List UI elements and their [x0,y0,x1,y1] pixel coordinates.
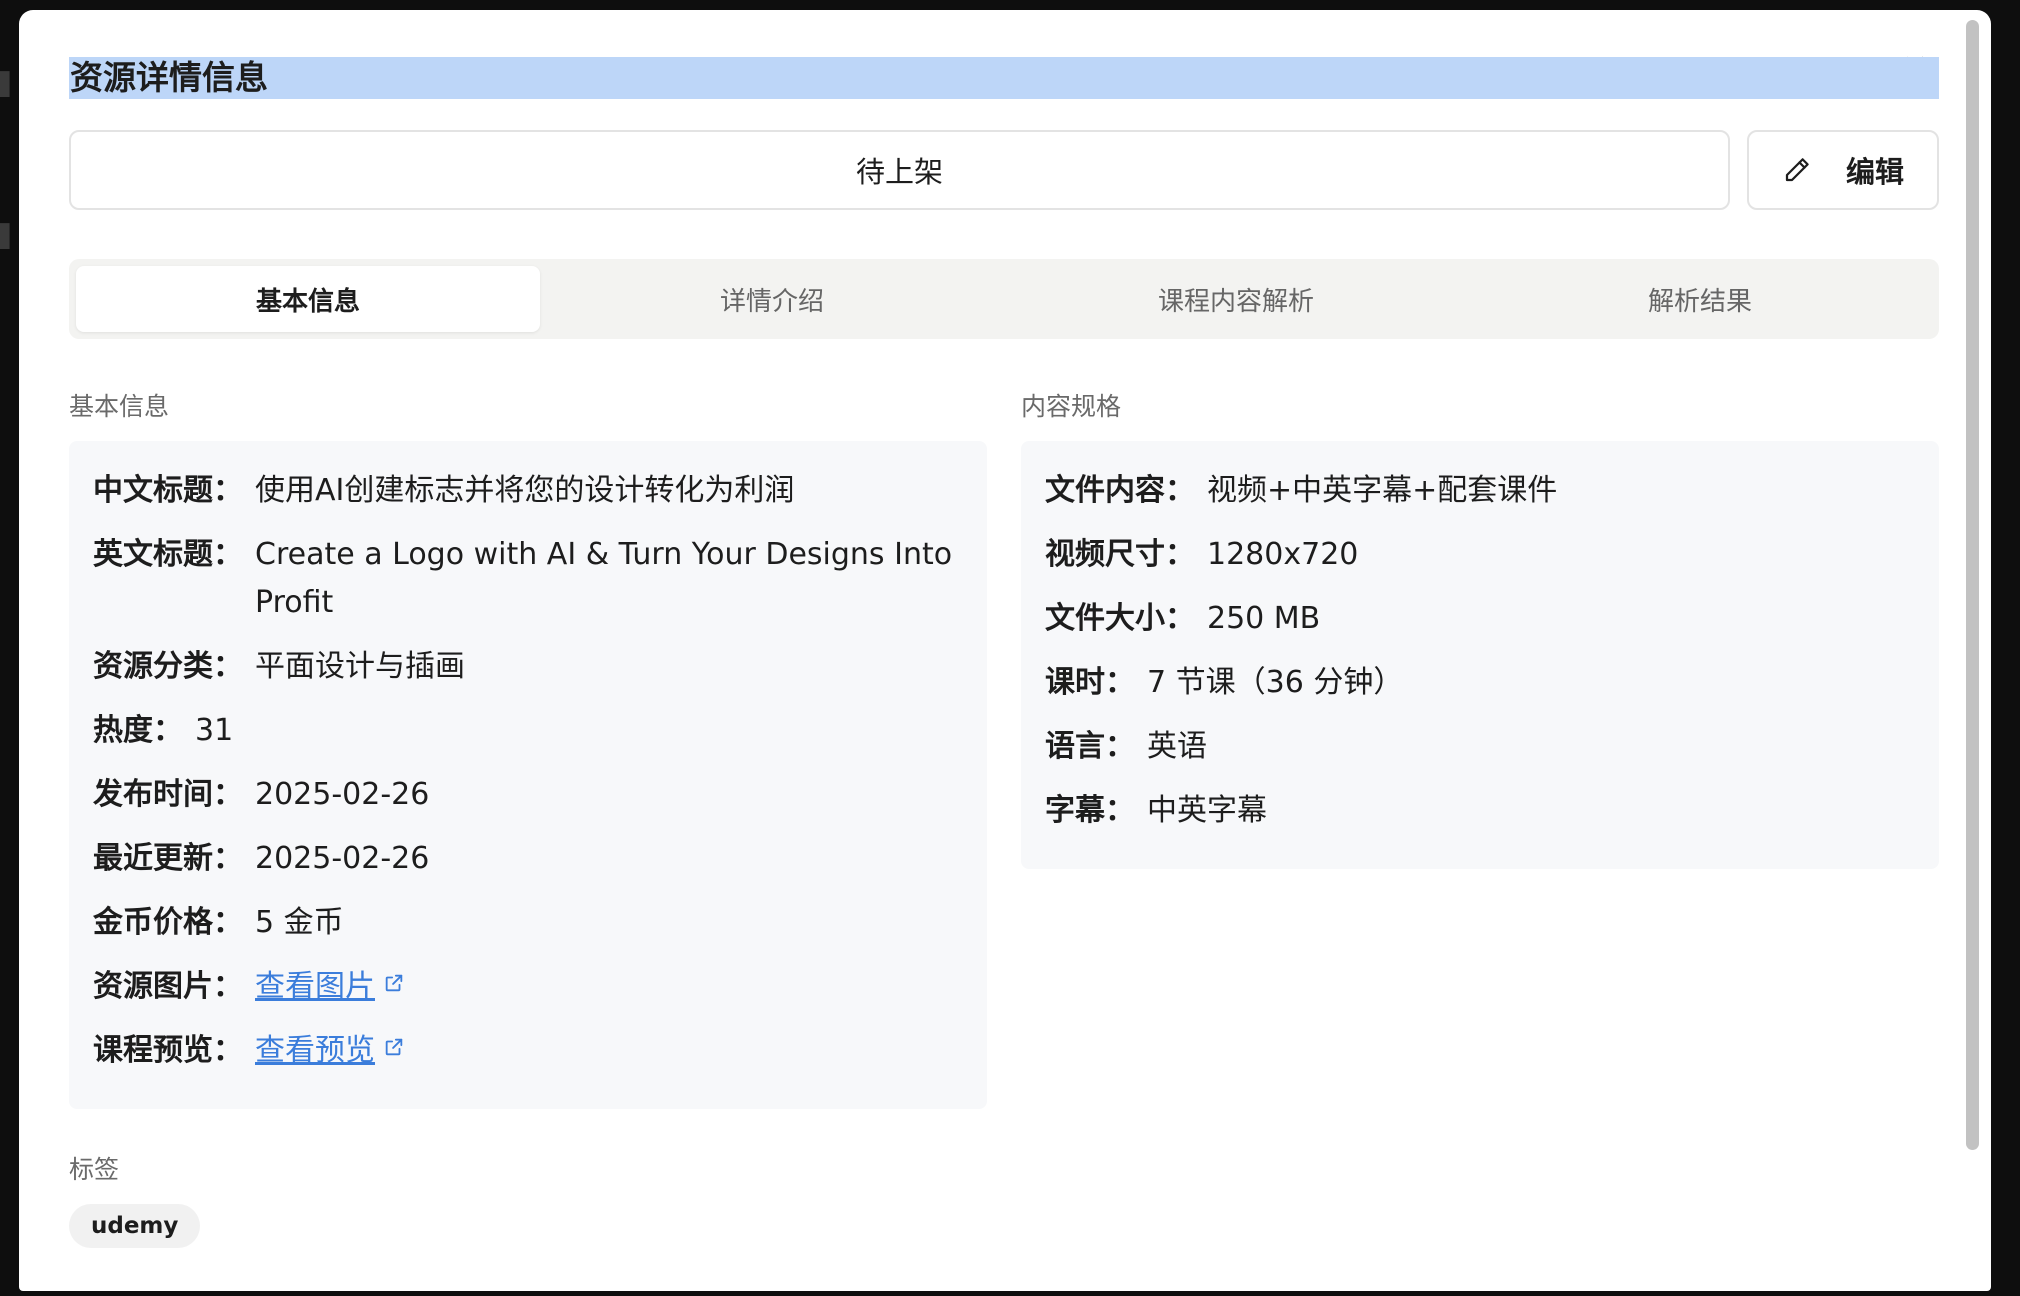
heat-label: 热度： [93,713,183,748]
image-label: 资源图片： [93,969,243,1004]
background-text: ▮ [0,214,13,254]
updated-value: 2025-02-26 [255,841,430,876]
preview-value: 查看预览 [255,1027,963,1075]
external-link-icon[interactable] [383,961,405,1009]
category-value: 平面设计与插画 [255,649,465,684]
tab-course-analysis[interactable]: 课程内容解析 [1004,266,1468,332]
tag-list: udemy [69,1204,1939,1248]
status-box: 待上架 [69,130,1730,210]
updated-row: 最近更新： 2025-02-26 [93,835,963,883]
background-text: ▮ [0,62,13,102]
tags-section: 标签 udemy [69,1153,1939,1248]
heat-value: 31 [195,713,234,748]
file-size-row: 文件大小： 250 MB [1045,595,1915,643]
pencil-icon [1782,155,1812,185]
edit-button-label: 编辑 [1845,155,1904,189]
info-sections: 基本信息 中文标题： 使用AI创建标志并将您的设计转化为利润 英文标题： Cre… [69,390,1939,1109]
tag-item: udemy [69,1204,201,1248]
tab-bar: 基本信息 详情介绍 课程内容解析 解析结果 [69,259,1939,339]
language-label: 语言： [1045,729,1135,764]
publish-label: 发布时间： [93,777,243,812]
en-title-label: 英文标题： [93,537,243,572]
image-row: 资源图片： 查看图片 [93,963,963,1011]
preview-label: 课程预览： [93,1033,243,1068]
updated-label: 最近更新： [93,841,243,876]
file-size-value: 250 MB [1207,601,1321,636]
category-label: 资源分类： [93,649,243,684]
basic-info-section: 基本信息 中文标题： 使用AI创建标志并将您的设计转化为利润 英文标题： Cre… [69,390,987,1109]
file-content-value: 视频+中英字幕+配套课件 [1207,473,1558,508]
price-value: 5 金币 [255,905,344,940]
tab-basic-info[interactable]: 基本信息 [76,266,540,332]
publish-row: 发布时间： 2025-02-26 [93,771,963,819]
resource-detail-modal: ✕ 资源详情信息 待上架 编辑 基本信息 详情介绍 课程内容解析 解析结果 [19,10,1991,1291]
en-title-value: Create a Logo with AI & Turn Your Design… [255,537,953,620]
en-title-row: 英文标题： Create a Logo with AI & Turn Your … [93,531,963,627]
section-title: 基本信息 [69,392,170,421]
edit-button[interactable]: 编辑 [1747,130,1939,210]
subtitle-label: 字幕： [1045,793,1135,828]
content-spec-section: 内容规格 文件内容： 视频+中英字幕+配套课件 视频尺寸： 1280x720 文… [1021,390,1939,1109]
file-size-label: 文件大小： [1045,601,1195,636]
price-label: 金币价格： [93,905,243,940]
language-row: 语言： 英语 [1045,723,1915,771]
section-title: 内容规格 [1021,392,1122,421]
modal-content: 资源详情信息 待上架 编辑 基本信息 详情介绍 课程内容解析 解析结果 基本信息… [69,57,1939,1248]
subtitle-row: 字幕： 中英字幕 [1045,787,1915,835]
subtitle-value: 中英字幕 [1147,793,1267,828]
view-preview-link[interactable]: 查看预览 [255,1033,375,1068]
external-link-icon[interactable] [383,1025,405,1073]
basic-info-panel: 中文标题： 使用AI创建标志并将您的设计转化为利润 英文标题： Create a… [69,441,987,1109]
cn-title-label: 中文标题： [93,473,243,508]
cn-title-row: 中文标题： 使用AI创建标志并将您的设计转化为利润 [93,467,963,515]
price-row: 金币价格： 5 金币 [93,899,963,947]
image-value: 查看图片 [255,963,963,1011]
view-image-link[interactable]: 查看图片 [255,969,375,1004]
heat-row: 热度： 31 [93,707,963,755]
category-row: 资源分类： 平面设计与插画 [93,643,963,691]
language-value: 英语 [1147,729,1207,764]
tab-analysis-result[interactable]: 解析结果 [1468,266,1932,332]
tab-detail-intro[interactable]: 详情介绍 [540,266,1004,332]
publish-value: 2025-02-26 [255,777,430,812]
scrollbar[interactable] [1966,20,1979,1150]
lessons-label: 课时： [1045,665,1135,700]
content-spec-panel: 文件内容： 视频+中英字幕+配套课件 视频尺寸： 1280x720 文件大小： … [1021,441,1939,869]
modal-title: 资源详情信息 [69,57,1939,99]
lessons-value: 7 节课（36 分钟） [1147,665,1404,700]
video-size-value: 1280x720 [1207,537,1359,572]
file-content-row: 文件内容： 视频+中英字幕+配套课件 [1045,467,1915,515]
file-content-label: 文件内容： [1045,473,1195,508]
section-title: 标签 [69,1155,120,1184]
cn-title-value: 使用AI创建标志并将您的设计转化为利润 [255,473,795,508]
status-row: 待上架 编辑 [69,130,1939,210]
video-size-label: 视频尺寸： [1045,537,1195,572]
video-size-row: 视频尺寸： 1280x720 [1045,531,1915,579]
preview-row: 课程预览： 查看预览 [93,1027,963,1075]
lessons-row: 课时： 7 节课（36 分钟） [1045,659,1915,707]
